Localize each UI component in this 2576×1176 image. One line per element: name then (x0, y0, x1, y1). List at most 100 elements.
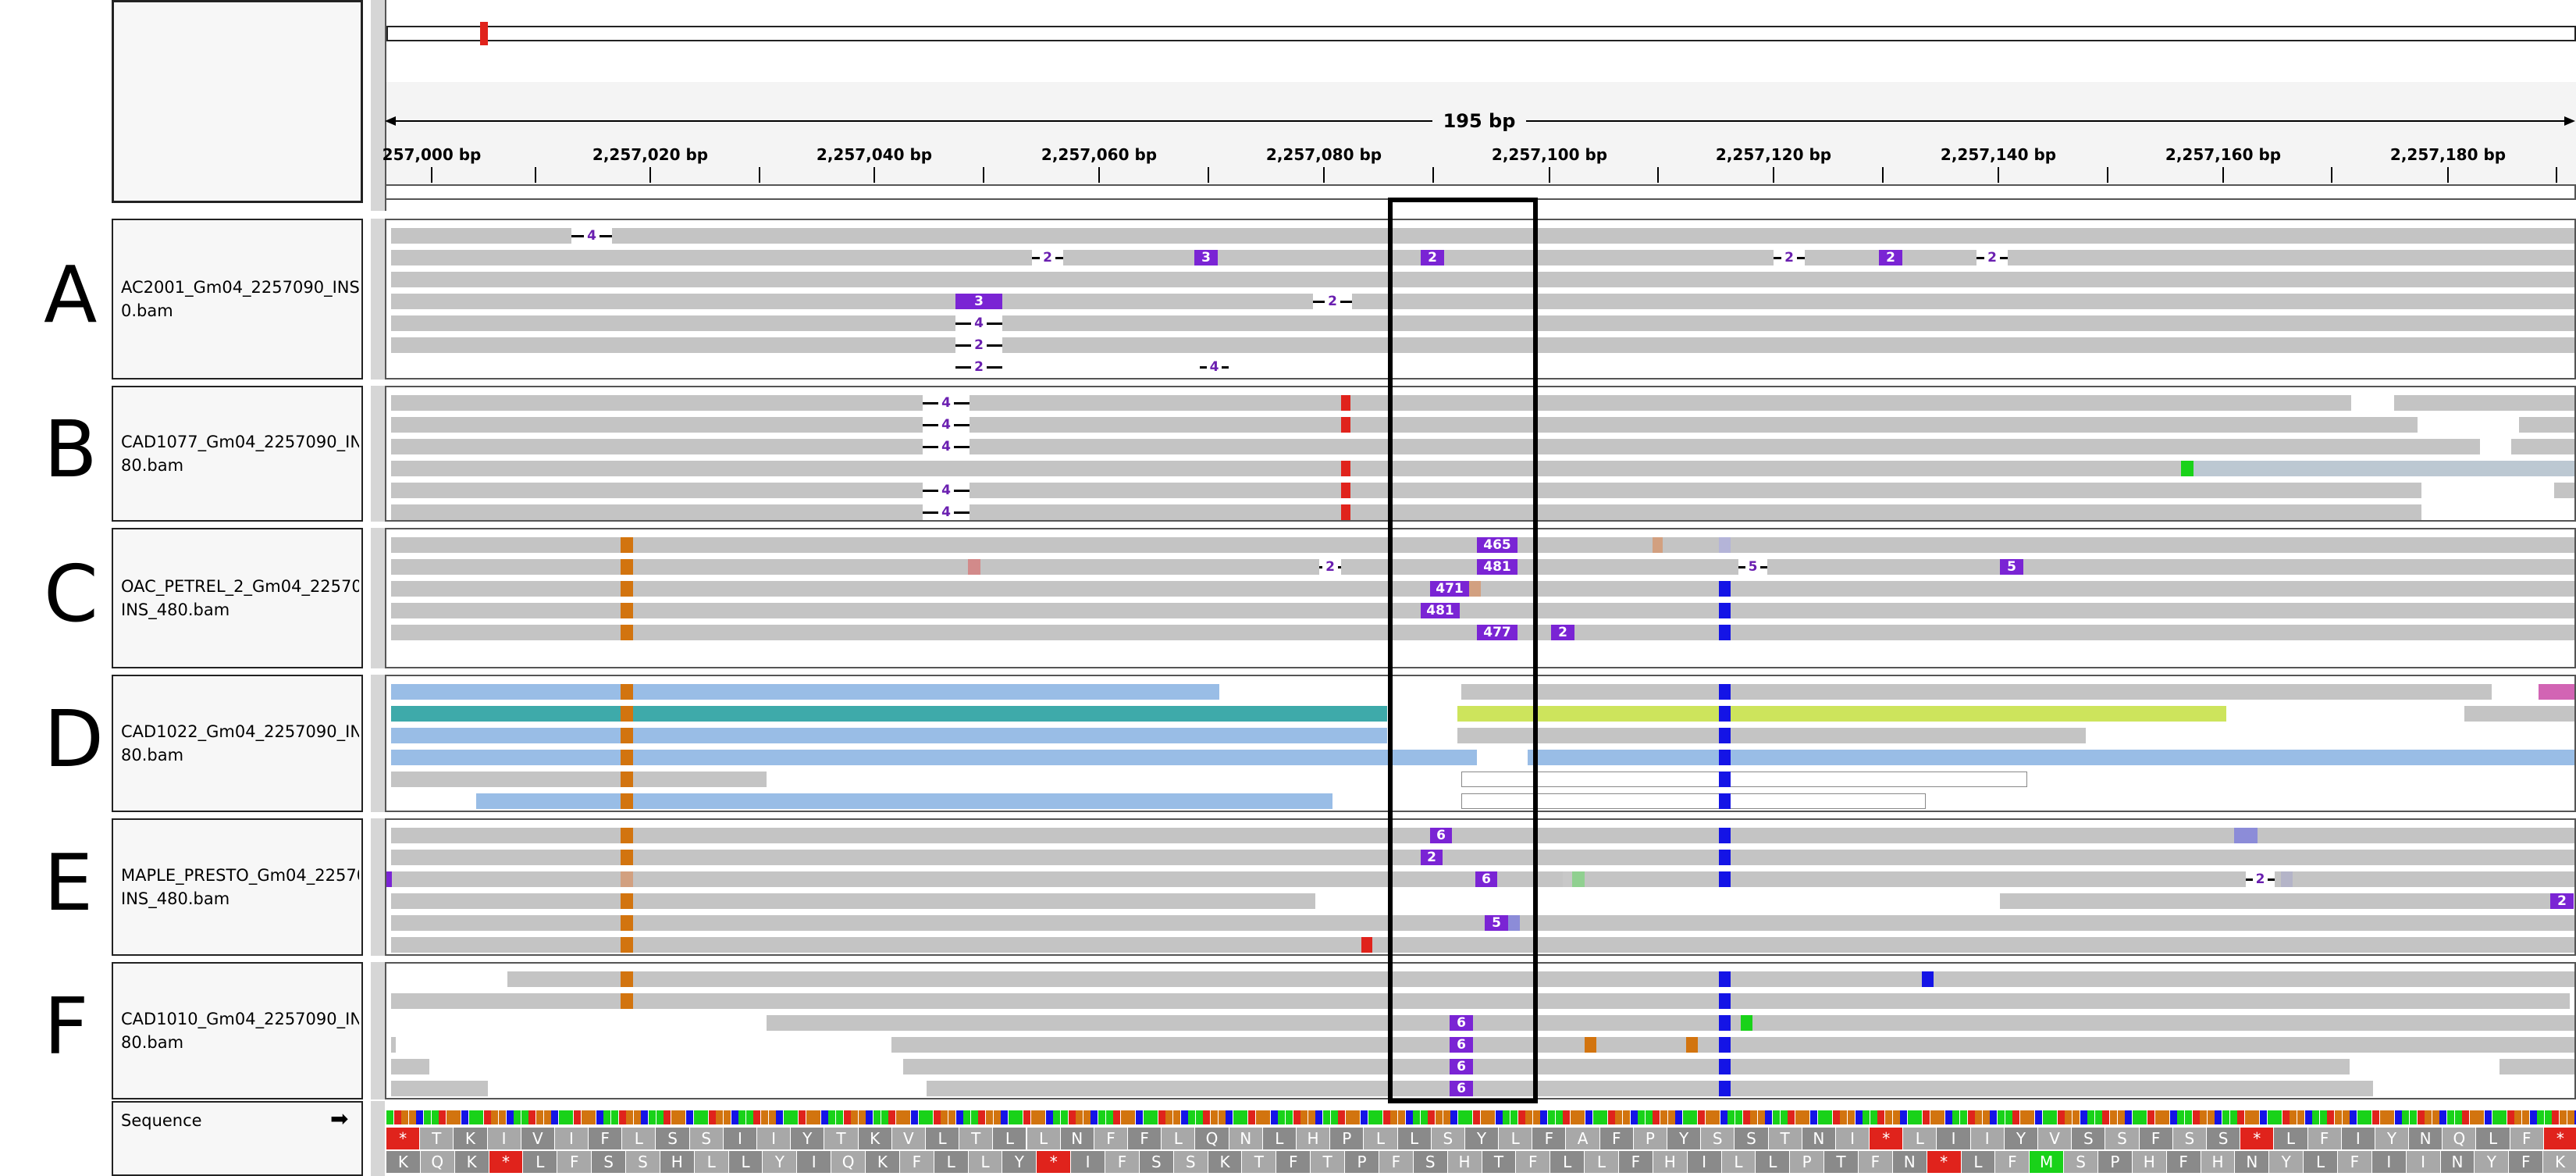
read[interactable] (1524, 581, 2574, 597)
mismatch-base[interactable] (621, 971, 633, 987)
mismatch-base[interactable] (621, 537, 633, 553)
track-name-line1[interactable]: MAPLE_PRESTO_Gm04_2257090_ (121, 864, 359, 887)
track-scrollbar[interactable] (371, 675, 386, 812)
mismatch-base[interactable] (968, 559, 980, 575)
mismatch-base[interactable] (621, 750, 633, 765)
mismatch-base[interactable] (1341, 483, 1350, 498)
mismatch-base[interactable] (1719, 706, 1731, 722)
track-scrollbar[interactable] (371, 528, 386, 668)
read[interactable] (391, 1081, 488, 1096)
read[interactable] (1485, 1037, 2338, 1053)
mismatch-base[interactable] (1719, 581, 1731, 597)
chromosome-ideogram[interactable] (386, 26, 2576, 41)
read[interactable] (391, 1059, 429, 1074)
mismatch-base[interactable] (621, 893, 633, 909)
sequence-strand-arrow-icon[interactable]: ➡ (330, 1106, 348, 1131)
track-name-line1[interactable]: CAD1022_Gm04_2257090_INS_4 (121, 720, 359, 743)
track-scrollbar[interactable] (371, 219, 386, 380)
mismatch-base[interactable] (1719, 728, 1731, 743)
mismatch-base[interactable] (1719, 1081, 1731, 1096)
read-pair[interactable] (1457, 728, 2086, 743)
mismatch-base[interactable] (2281, 871, 2293, 887)
mismatch-base[interactable] (1719, 971, 1731, 987)
mismatch-base[interactable] (1719, 1015, 1731, 1031)
read-pair[interactable] (1457, 706, 2226, 722)
mismatch-base[interactable] (386, 871, 392, 887)
track-name-line2[interactable]: 80.bam (121, 1031, 359, 1054)
insertion-marker[interactable]: 3 (955, 294, 1002, 309)
read[interactable] (2394, 395, 2574, 411)
mismatch-base[interactable] (621, 793, 633, 809)
insertion-marker[interactable]: 2 (1879, 250, 1902, 265)
track-name-line1[interactable]: OAC_PETREL_2_Gm04_2257090_ (121, 575, 359, 598)
read[interactable] (2519, 417, 2574, 433)
mismatch-base[interactable] (1741, 1015, 1752, 1031)
mismatch-base[interactable] (1719, 871, 1731, 887)
read[interactable] (2258, 1037, 2574, 1053)
mismatch-base[interactable] (1341, 395, 1350, 411)
track-name-line2[interactable]: INS_480.bam (121, 887, 359, 911)
track-scrollbar[interactable] (371, 962, 386, 1099)
mismatch-base[interactable] (2234, 828, 2258, 843)
mismatch-base[interactable] (621, 871, 633, 887)
read-pair[interactable] (391, 684, 1219, 700)
insertion-marker[interactable]: 2 (2550, 893, 2574, 909)
mismatch-base[interactable] (1653, 537, 1663, 553)
track-name-line1[interactable]: CAD1077_Gm04_2257090_INS_4 (121, 430, 359, 454)
mismatch-base[interactable] (1719, 828, 1731, 843)
read[interactable] (1461, 993, 2570, 1009)
mismatch-base[interactable] (1585, 1037, 1596, 1053)
header-scrollbar[interactable] (371, 0, 386, 211)
track-scrollbar[interactable] (371, 386, 386, 522)
mismatch-base[interactable] (621, 684, 633, 700)
mismatch-base[interactable] (621, 625, 633, 640)
read-pair[interactable] (1461, 684, 2492, 700)
read[interactable] (1485, 1081, 2373, 1096)
track-name-line2[interactable]: 80.bam (121, 454, 359, 477)
mismatch-base[interactable] (1719, 1059, 1731, 1074)
read[interactable] (2554, 483, 2574, 498)
mismatch-base[interactable] (1719, 750, 1731, 765)
mismatch-base[interactable] (1719, 684, 1731, 700)
read[interactable] (2500, 1059, 2574, 1074)
mismatch-base[interactable] (621, 915, 633, 931)
read-pair[interactable] (2464, 706, 2574, 722)
mismatch-base[interactable] (621, 828, 633, 843)
read-pair[interactable] (391, 750, 1477, 765)
track-name-line1[interactable]: CAD1010_Gm04_2257090_INS_4 (121, 1007, 359, 1031)
mismatch-base[interactable] (1719, 1037, 1731, 1053)
mismatch-base[interactable] (621, 603, 633, 618)
read-pair[interactable] (391, 772, 767, 787)
read[interactable] (1563, 971, 2574, 987)
mismatch-base[interactable] (1572, 871, 1585, 887)
insertion-marker[interactable]: 2 (1551, 625, 1574, 640)
mismatch-base[interactable] (621, 772, 633, 787)
read[interactable] (391, 1037, 396, 1053)
read-pair[interactable] (1528, 750, 2574, 765)
read-pair[interactable] (391, 728, 1387, 743)
mismatch-base[interactable] (621, 728, 633, 743)
read[interactable] (2511, 439, 2574, 454)
insertion-marker[interactable]: 5 (2000, 559, 2023, 575)
mismatch-base[interactable] (1686, 1037, 1698, 1053)
mismatch-base[interactable] (2181, 461, 2194, 476)
read-pair[interactable] (1461, 772, 2027, 787)
mismatch-base[interactable] (1719, 850, 1731, 865)
mismatch-base[interactable] (1341, 417, 1350, 433)
track-name-line2[interactable]: INS_480.bam (121, 598, 359, 622)
mismatch-base[interactable] (621, 581, 633, 597)
read[interactable] (1914, 1015, 2574, 1031)
mismatch-base[interactable] (621, 993, 633, 1009)
mismatch-base[interactable] (1719, 772, 1731, 787)
track-name-line2[interactable]: 80.bam (121, 743, 359, 767)
mismatch-base[interactable] (1341, 504, 1350, 520)
mismatch-base[interactable] (1719, 537, 1731, 553)
region-indicator[interactable] (480, 22, 488, 45)
mismatch-base[interactable] (1719, 603, 1731, 618)
mismatch-base[interactable] (621, 706, 633, 722)
sequence-scrollbar[interactable] (371, 1101, 386, 1176)
read-pair[interactable] (2539, 684, 2574, 700)
mismatch-base[interactable] (1922, 971, 1934, 987)
mismatch-base[interactable] (1719, 625, 1731, 640)
read[interactable] (2000, 893, 2554, 909)
